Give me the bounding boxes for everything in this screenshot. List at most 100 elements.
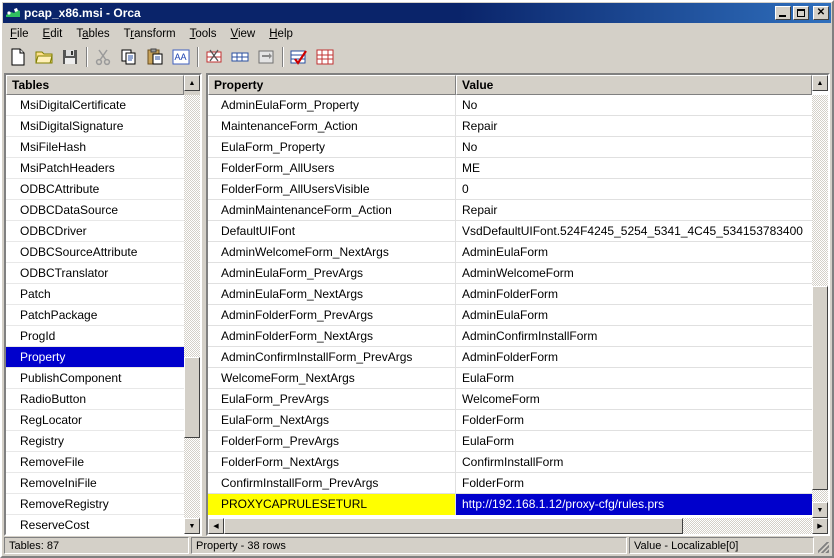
cell-property[interactable]: EulaForm_Property [208,137,456,158]
validate-icon[interactable] [286,45,311,69]
cell-value[interactable]: FolderForm [456,410,812,431]
table-row[interactable]: FolderForm_AllUsersVisible0 [208,179,812,200]
grid-scroll-down-button[interactable]: ▼ [812,502,828,518]
cell-property[interactable]: EulaForm_NextArgs [208,410,456,431]
table-row[interactable]: EulaForm_PrevArgsWelcomeForm [208,389,812,410]
table-list-item[interactable]: Patch [6,284,184,305]
table-row[interactable]: EulaForm_PropertyNo [208,137,812,158]
grid-scroll-thumb[interactable] [812,286,828,490]
cell-value[interactable]: FolderForm [456,473,812,494]
table-row[interactable]: FolderForm_AllUsersME [208,158,812,179]
table-list-item[interactable]: MsiDigitalSignature [6,116,184,137]
cell-value[interactable]: AdminEulaForm [456,242,812,263]
change-row-icon[interactable] [253,45,278,69]
grid-horizontal-scrollbar[interactable]: ◀ ▶ [208,518,828,534]
cell-property[interactable]: AdminEulaForm_Property [208,95,456,116]
cell-property[interactable]: AdminWelcomeForm_NextArgs [208,242,456,263]
cell-property[interactable]: MaintenanceForm_Action [208,116,456,137]
add-row-icon[interactable] [227,45,252,69]
cell-property[interactable]: AdminFolderForm_NextArgs [208,326,456,347]
table-list-item[interactable]: ProgId [6,326,184,347]
table-list-item[interactable]: Registry [6,431,184,452]
table-list-item[interactable]: MsiFileHash [6,137,184,158]
table-row[interactable]: AdminEulaForm_PrevArgsAdminWelcomeForm [208,263,812,284]
import-table-icon[interactable] [312,45,337,69]
table-list-item[interactable]: RemoveFile [6,452,184,473]
table-row[interactable]: FolderForm_PrevArgsEulaForm [208,431,812,452]
menu-view[interactable]: View [224,26,263,42]
cell-property[interactable]: AdminMaintenanceForm_Action [208,200,456,221]
save-icon[interactable] [57,45,82,69]
cell-property[interactable]: WelcomeForm_NextArgs [208,368,456,389]
table-row[interactable]: FolderForm_NextArgsConfirmInstallForm [208,452,812,473]
menu-tables[interactable]: Tables [69,26,116,42]
open-icon[interactable] [31,45,56,69]
grid-hscroll-track[interactable] [224,518,812,534]
grid-scroll-left-button[interactable]: ◀ [208,518,224,534]
new-icon[interactable] [5,45,30,69]
cell-value[interactable]: AdminEulaForm [456,305,812,326]
table-row[interactable]: AdminMaintenanceForm_ActionRepair [208,200,812,221]
table-list-item[interactable]: RadioButton [6,389,184,410]
cell-value[interactable]: AdminConfirmInstallForm [456,326,812,347]
cell-property[interactable]: ConfirmInstallForm_PrevArgs [208,473,456,494]
grid-hscroll-thumb[interactable] [224,518,683,534]
tables-scroll-thumb[interactable] [184,357,200,437]
menu-file[interactable]: File [3,26,36,42]
cell-property[interactable]: FolderForm_NextArgs [208,452,456,473]
table-list-item[interactable]: RegLocator [6,410,184,431]
cell-value[interactable]: EulaForm [456,431,812,452]
table-row[interactable]: EulaForm_NextArgsFolderForm [208,410,812,431]
find-icon[interactable]: AA [168,45,193,69]
table-row[interactable]: DefaultUIFontVsdDefaultUIFont.524F4245_5… [208,221,812,242]
cell-value[interactable]: Repair [456,200,812,221]
table-list-item[interactable]: PublishComponent [6,368,184,389]
column-header-value[interactable]: Value [456,75,812,95]
cell-value[interactable]: VsdDefaultUIFont.524F4245_5254_5341_4C45… [456,221,812,242]
table-row[interactable]: AdminConfirmInstallForm_PrevArgsAdminFol… [208,347,812,368]
table-list-item[interactable]: RemoveRegistry [6,494,184,515]
cell-property[interactable]: AdminEulaForm_NextArgs [208,284,456,305]
cell-value[interactable]: AdminWelcomeForm [456,263,812,284]
table-list-item[interactable]: MsiPatchHeaders [6,158,184,179]
table-list-item[interactable]: ODBCDriver [6,221,184,242]
table-list-item[interactable]: Property [6,347,184,368]
cell-value[interactable]: Repair [456,116,812,137]
cell-property[interactable]: AdminFolderForm_PrevArgs [208,305,456,326]
tables-column-header[interactable]: Tables [6,75,184,95]
table-list-item[interactable]: RemoveIniFile [6,473,184,494]
cut-icon[interactable] [90,45,115,69]
table-row[interactable]: AdminEulaForm_NextArgsAdminFolderForm [208,284,812,305]
cell-value[interactable]: No [456,95,812,116]
paste-icon[interactable] [142,45,167,69]
cell-property[interactable]: FolderForm_AllUsersVisible [208,179,456,200]
cell-value[interactable]: 0 [456,179,812,200]
tables-scroll-track[interactable] [184,95,200,518]
cell-property[interactable]: AdminConfirmInstallForm_PrevArgs [208,347,456,368]
menu-edit[interactable]: Edit [36,26,70,42]
table-row[interactable]: MaintenanceForm_ActionRepair [208,116,812,137]
close-button[interactable]: ✕ [813,6,829,20]
menu-transform[interactable]: Transform [117,26,183,42]
grid-scroll-track[interactable] [812,95,828,502]
cell-value[interactable]: WelcomeForm [456,389,812,410]
tables-list[interactable]: MsiDigitalCertificateMsiDigitalSignature… [6,95,184,534]
cell-value[interactable]: ConfirmInstallForm [456,452,812,473]
cell-value[interactable]: EulaForm [456,368,812,389]
cell-value[interactable]: http://192.168.1.12/proxy-cfg/rules.prs [456,494,812,515]
grid-scroll-up-button[interactable]: ▲ [812,75,828,91]
table-row[interactable]: WelcomeForm_NextArgsEulaForm [208,368,812,389]
minimize-button[interactable] [775,6,791,20]
table-row[interactable]: AdminEulaForm_PropertyNo [208,95,812,116]
cell-property[interactable]: AdminEulaForm_PrevArgs [208,263,456,284]
cell-property[interactable]: DefaultUIFont [208,221,456,242]
grid-rows-container[interactable]: AdminEulaForm_PropertyNoMaintenanceForm_… [208,95,812,518]
menu-tools[interactable]: Tools [183,26,224,42]
cell-property[interactable]: PROXYCAPRULESETURL [208,494,456,515]
menu-help[interactable]: Help [262,26,300,42]
table-list-item[interactable]: PatchPackage [6,305,184,326]
table-list-item[interactable]: ReserveCost [6,515,184,534]
table-list-item[interactable]: MsiDigitalCertificate [6,95,184,116]
cell-value[interactable]: AdminFolderForm [456,284,812,305]
grid-vertical-scrollbar[interactable]: ▼ [812,95,828,518]
